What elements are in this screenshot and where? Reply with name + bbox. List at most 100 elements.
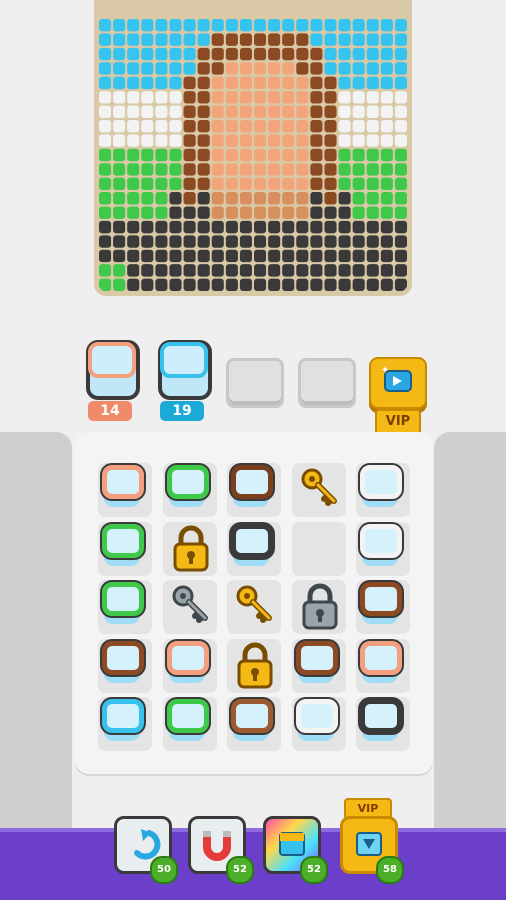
pixel-bead <box>141 235 154 248</box>
pixel-bead <box>127 177 140 191</box>
pixel-bead <box>225 177 238 191</box>
ring[interactable] <box>102 582 144 616</box>
pixel-bead <box>113 119 126 133</box>
pixel-bead <box>183 91 196 104</box>
pixel-bead <box>141 91 154 104</box>
pixel-bead <box>352 134 365 147</box>
pixel-bead <box>338 206 351 219</box>
vip-slot-button[interactable]: ✦ <box>369 357 427 409</box>
pixel-bead <box>225 206 238 219</box>
pixel-bead <box>239 278 252 291</box>
grid-cell[interactable] <box>291 521 346 576</box>
pixel-bead <box>268 76 281 90</box>
pixel-bead <box>155 76 168 90</box>
pixel-bead <box>141 119 154 133</box>
pixel-bead <box>155 206 168 219</box>
ticket-icon: ✦ <box>381 365 412 392</box>
ring[interactable] <box>231 699 273 733</box>
ring[interactable] <box>102 523 144 558</box>
holder-slot-1[interactable] <box>84 338 140 400</box>
pixel-bead <box>310 249 323 263</box>
pixel-bead <box>394 76 407 90</box>
pixel-bead <box>239 249 252 263</box>
svg-text:✦: ✦ <box>381 365 389 376</box>
pixel-bead <box>268 278 281 291</box>
pixel-bead <box>366 91 379 104</box>
pixel-bead <box>394 235 407 248</box>
pixel-bead <box>239 119 252 133</box>
pixel-bead <box>254 278 267 291</box>
pixel-bead <box>380 163 393 176</box>
ring[interactable] <box>231 523 273 558</box>
pixel-bead <box>296 91 309 104</box>
pixel-bead <box>380 220 393 234</box>
pixel-bead <box>366 192 379 205</box>
ring[interactable] <box>360 465 402 499</box>
ring[interactable] <box>360 523 402 558</box>
pixel-bead <box>141 105 154 118</box>
pixel-bead <box>254 206 267 219</box>
pixel-bead <box>155 19 168 32</box>
undo-price: 50 <box>150 856 178 884</box>
ring[interactable] <box>166 465 209 499</box>
pixel-bead <box>380 91 393 104</box>
pixel-bead <box>183 249 196 263</box>
key-icon[interactable] <box>233 582 277 630</box>
ring[interactable] <box>102 640 144 675</box>
pixel-bead <box>352 264 365 277</box>
pixel-bead <box>268 163 281 176</box>
ring[interactable] <box>295 699 338 733</box>
ring[interactable] <box>360 699 402 733</box>
pixel-bead <box>282 249 295 263</box>
pixel-bead <box>211 105 224 118</box>
pixel-bead <box>268 134 281 147</box>
pixel-bead <box>296 192 309 205</box>
ring[interactable] <box>102 465 144 499</box>
pixel-bead <box>239 47 252 61</box>
pixel-bead <box>296 264 309 277</box>
pixel-bead <box>211 76 224 90</box>
pixel-bead <box>352 47 365 61</box>
pixel-bead <box>282 33 295 46</box>
pixel-bead <box>197 278 210 291</box>
pixel-bead <box>127 148 140 162</box>
pixel-bead <box>338 33 351 46</box>
pixel-bead <box>225 134 238 147</box>
pixel-bead <box>169 206 182 219</box>
pixel-bead <box>225 47 238 61</box>
pixel-bead <box>155 163 168 176</box>
ring[interactable] <box>102 699 144 733</box>
pixel-bead <box>155 33 168 46</box>
pixel-bead <box>254 177 267 191</box>
pixel-bead <box>169 47 182 61</box>
pixel-bead <box>380 62 393 75</box>
pixel-bead <box>183 33 196 46</box>
pixel-bead <box>394 264 407 277</box>
pixel-bead <box>338 235 351 248</box>
pixel-bead <box>324 278 337 291</box>
pixel-bead <box>113 19 126 32</box>
pixel-bead <box>352 249 365 263</box>
pixel-bead <box>254 76 267 90</box>
pixel-bead <box>366 177 379 191</box>
ring[interactable] <box>360 640 402 675</box>
ring[interactable] <box>295 640 338 675</box>
pixel-bead <box>239 19 252 32</box>
pixel-bead <box>282 76 295 90</box>
pixel-bead <box>268 249 281 263</box>
pixel-bead <box>113 235 126 248</box>
pixel-bead <box>380 105 393 118</box>
ring[interactable] <box>166 640 209 675</box>
pixel-bead <box>169 105 182 118</box>
pixel-bead <box>296 19 309 32</box>
pixel-bead <box>239 105 252 118</box>
ring[interactable] <box>360 582 402 616</box>
holder-slot-2[interactable] <box>156 338 212 400</box>
pixel-bead <box>366 33 379 46</box>
ring[interactable] <box>166 699 209 733</box>
key-icon[interactable] <box>298 465 342 513</box>
ring[interactable] <box>231 465 273 499</box>
pixel-bead <box>211 47 224 61</box>
magnet-price: 52 <box>226 856 254 884</box>
key-icon[interactable] <box>169 582 213 630</box>
